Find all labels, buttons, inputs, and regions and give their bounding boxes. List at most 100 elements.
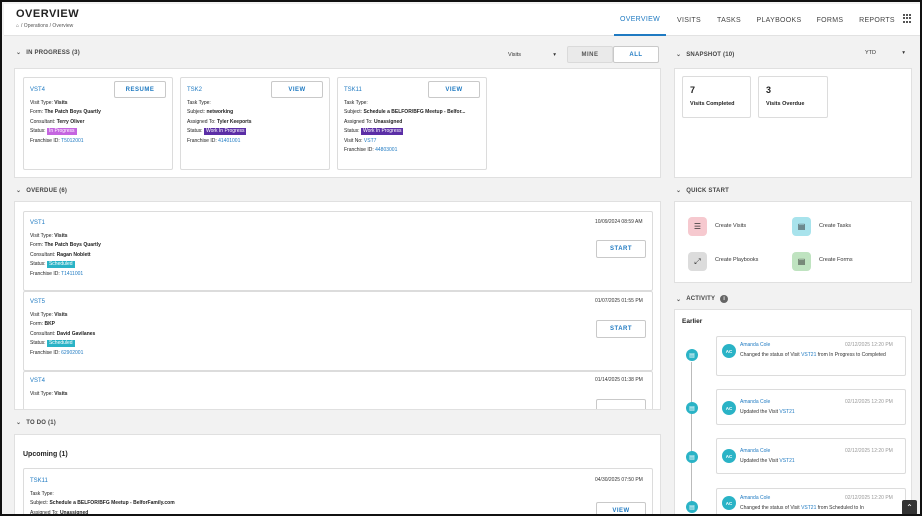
visit-link[interactable]: VST21 (801, 505, 816, 511)
create-visits-link[interactable]: Create Visits (715, 223, 746, 229)
info-icon[interactable]: i (720, 295, 729, 303)
tab-visits[interactable]: VISITS (674, 4, 704, 36)
overdue-details: VST4 Visit Type: Visits (30, 377, 68, 397)
scroll-to-top-icon[interactable]: ⌃ (902, 500, 917, 514)
start-button[interactable]: START (596, 240, 646, 258)
tab-forms[interactable]: FORMS (814, 4, 846, 36)
visit-link[interactable]: VST21 (801, 352, 816, 358)
activity-user-link[interactable]: Amanda Cole (740, 399, 770, 405)
top-bar: OVERVIEW ⌂ / Operations / Overview OVERV… (4, 4, 920, 36)
overdue-item[interactable] (23, 371, 653, 409)
activity-group-label: Earlier (682, 318, 703, 325)
card-details: VST4 Visit Type: Visits Form: The Patch … (30, 86, 101, 144)
caret-down-icon: ▾ (902, 50, 905, 56)
todo-details: TSK11 Task Type: Subject: Schedule a BEL… (30, 477, 175, 516)
create-playbooks-link[interactable]: Create Playbooks (715, 257, 758, 263)
chevron-down-icon[interactable]: ⌄ (676, 51, 681, 58)
overdue-item[interactable] (23, 291, 653, 371)
activity-time: 02/12/2025 12:20 PM (845, 448, 893, 454)
visit-no-link[interactable]: VST7 (364, 138, 377, 144)
activity-header[interactable]: ⌄ ACTIVITY i (676, 295, 729, 303)
due-date: 04/30/2025 07:50 PM (595, 477, 643, 483)
overdue-header[interactable]: ⌄ OVERDUE (6) (16, 187, 67, 195)
page-title: OVERVIEW (16, 8, 80, 20)
tab-playbooks[interactable]: PLAYBOOKS (754, 4, 804, 36)
resume-button[interactable]: RESUME (114, 81, 166, 98)
due-date: 01/07/2025 01:55 PM (595, 298, 643, 304)
timeline-dot-icon: ▤ (686, 501, 698, 513)
chevron-down-icon[interactable]: ⌄ (16, 187, 21, 194)
layers-icon[interactable]: ☰ (688, 217, 707, 236)
activity-user-link[interactable]: Amanda Cole (740, 448, 770, 454)
record-id-link[interactable]: VST4 (30, 377, 68, 387)
activity-user-link[interactable]: Amanda Cole (740, 495, 770, 501)
record-id-link[interactable]: VST1 (30, 219, 101, 229)
snapshot-tile[interactable]: 7 Visits Completed (682, 76, 751, 118)
avatar: AC (722, 344, 736, 358)
overdue-details: VST1 Visit Type: Visits Form: The Patch … (30, 219, 101, 277)
due-date: 10/09/2024 08:59 AM (595, 219, 643, 225)
todo-panel: Upcoming (1) TSK11 Task Type: Subject: S… (14, 434, 661, 516)
view-button[interactable]: VIEW (596, 502, 646, 514)
clipboard-icon[interactable]: ▤ (792, 217, 811, 236)
franchise-id-link[interactable]: 44803001 (375, 147, 397, 153)
tile-label: Visits Completed (690, 101, 735, 107)
tab-tasks[interactable]: TASKS (714, 4, 744, 36)
tab-reports[interactable]: REPORTS (856, 4, 898, 36)
create-forms-link[interactable]: Create Forms (819, 257, 853, 263)
quick-start-header[interactable]: ⌄ QUICK START (676, 187, 729, 195)
record-id-link[interactable]: VST5 (30, 298, 95, 308)
view-button[interactable]: VIEW (428, 81, 480, 98)
franchise-id-link[interactable]: 62902001 (61, 350, 83, 356)
overdue-panel: VST1 Visit Type: Visits Form: The Patch … (14, 201, 661, 410)
activity-time: 02/12/2025 12:20 PM (845, 342, 893, 348)
franchise-id-link[interactable]: T1411001 (61, 271, 83, 277)
home-icon[interactable]: ⌂ (16, 23, 19, 29)
avatar: AC (722, 449, 736, 463)
expand-icon[interactable]: ⤢ (688, 252, 707, 271)
todo-header[interactable]: ⌄ TO DO (1) (16, 419, 56, 427)
mine-toggle[interactable]: MINE (567, 46, 613, 63)
activity-time: 02/12/2025 12:20 PM (845, 399, 893, 405)
all-toggle[interactable]: ALL (613, 46, 659, 63)
franchise-id-link[interactable]: T5012001 (61, 138, 84, 144)
activity-item[interactable] (716, 389, 906, 425)
form-icon[interactable]: ▤ (792, 252, 811, 271)
record-id-link[interactable]: TSK2 (187, 86, 252, 96)
record-id-link[interactable]: TSK11 (30, 477, 175, 487)
overdue-details: VST5 Visit Type: Visits Form: BKP Consul… (30, 298, 96, 356)
timeline-dot-icon: ▤ (686, 349, 698, 361)
tab-overview[interactable]: OVERVIEW (614, 4, 666, 36)
status-badge: Scheduled (46, 340, 75, 347)
snapshot-tile[interactable]: 3 Visits Overdue (758, 76, 828, 118)
overdue-item[interactable] (23, 211, 653, 291)
status-badge: Work In Progress (360, 128, 404, 135)
due-date: 01/14/2025 01:38 PM (595, 377, 643, 383)
activity-text: Updated the Visit VST21 (740, 458, 795, 464)
activity-user-link[interactable]: Amanda Cole (740, 342, 770, 348)
start-button[interactable]: START (596, 320, 646, 338)
start-button[interactable] (596, 399, 646, 409)
chevron-down-icon[interactable]: ⌄ (676, 187, 681, 194)
avatar: AC (722, 496, 736, 510)
visit-link[interactable]: VST21 (779, 458, 794, 464)
app-frame: OVERVIEW ⌂ / Operations / Overview OVERV… (0, 0, 922, 516)
visit-link[interactable]: VST21 (779, 409, 794, 415)
franchise-id-link[interactable]: 41401001 (218, 138, 240, 144)
activity-text: Updated the Visit VST21 (740, 409, 795, 415)
period-select[interactable]: YTD ▾ (859, 46, 911, 60)
snapshot-header[interactable]: ⌄ SNAPSHOT (10) (676, 51, 735, 59)
create-tasks-link[interactable]: Create Tasks (819, 223, 851, 229)
chevron-down-icon[interactable]: ⌄ (676, 296, 681, 303)
view-button[interactable]: VIEW (271, 81, 323, 98)
upcoming-heading: Upcoming (1) (23, 451, 68, 458)
breadcrumb-text[interactable]: / Operations / Overview (21, 23, 73, 29)
snapshot-panel: 7 Visits Completed 3 Visits Overdue (674, 68, 912, 178)
record-id-link[interactable]: VST4 (30, 86, 101, 96)
chevron-down-icon[interactable]: ⌄ (16, 419, 21, 426)
in-progress-type-select[interactable]: Visits ▾ (502, 47, 562, 62)
activity-item[interactable] (716, 438, 906, 474)
in-progress-header[interactable]: ⌄ IN PROGRESS (3) (16, 49, 80, 57)
app-grid-icon[interactable] (903, 14, 912, 23)
chevron-down-icon[interactable]: ⌄ (16, 49, 21, 56)
